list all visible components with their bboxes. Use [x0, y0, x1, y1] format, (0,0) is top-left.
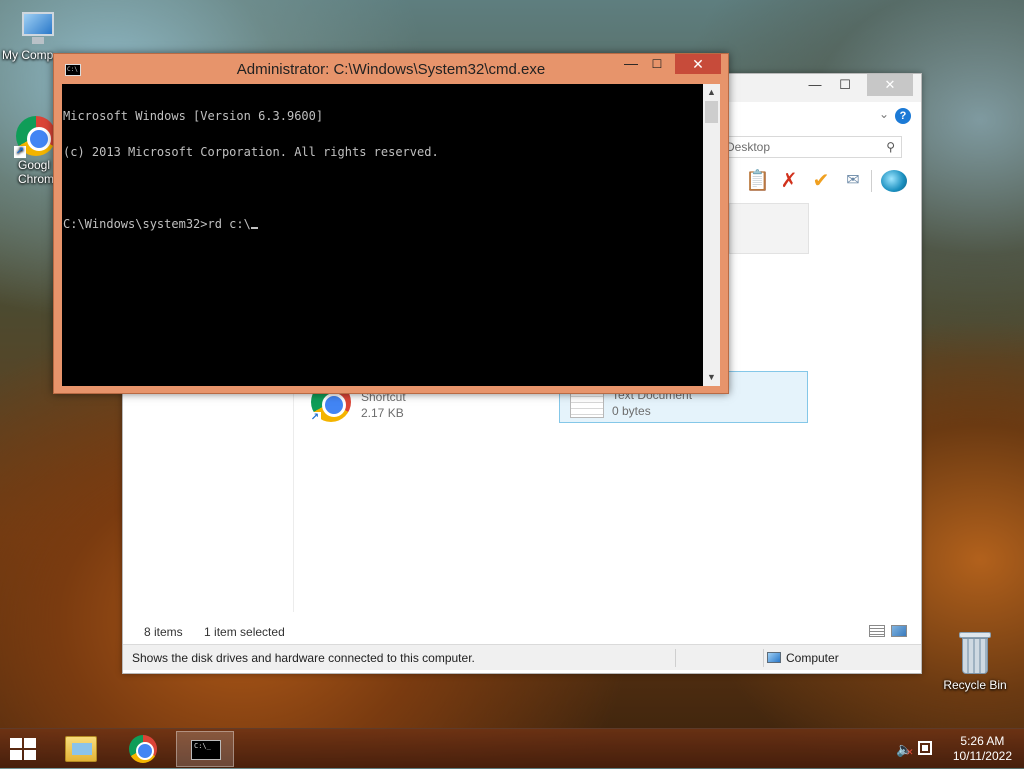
clock[interactable]: 5:26 AM 10/11/2022: [953, 734, 1012, 764]
explorer-close-button[interactable]: ✕: [867, 74, 913, 96]
clock-date: 10/11/2022: [952, 749, 1012, 763]
console-line: Microsoft Windows [Version 6.3.9600]: [63, 109, 324, 123]
system-tray: 🔈 ✕ 5:26 AM 10/11/2022: [884, 729, 1024, 769]
selection-count: 1 item selected: [204, 625, 285, 639]
shortcut-arrow-icon: ↗: [309, 412, 321, 424]
cmd-minimize-button[interactable]: —: [618, 54, 644, 74]
location-label: Computer: [786, 651, 839, 665]
console-line: C:\Windows\system32>rd c:\: [63, 217, 251, 231]
large-icons-view-icon[interactable]: [891, 625, 907, 637]
item-count: 8 items: [144, 625, 183, 639]
shortcut-arrow-icon: ↗: [14, 146, 26, 158]
explorer-toolbar: 📋 ✗ ✔ ✉: [713, 168, 919, 196]
divider: [763, 649, 764, 667]
shell-icon[interactable]: [881, 170, 907, 192]
item-description: Shows the disk drives and hardware conne…: [132, 651, 475, 665]
muted-icon: ✕: [906, 747, 914, 757]
check-icon[interactable]: ✔: [809, 168, 833, 194]
start-button[interactable]: [10, 738, 38, 760]
desktop-icon-recycle-bin[interactable]: Recycle Bin: [937, 632, 1013, 692]
chrome-icon: ↗: [14, 116, 56, 158]
console-output[interactable]: Microsoft Windows [Version 6.3.9600] (c)…: [62, 84, 703, 386]
file-size: 0 bytes: [612, 404, 651, 418]
cmd-icon: C:\_: [191, 740, 221, 760]
help-icon[interactable]: ?: [895, 108, 911, 124]
chrome-icon: [129, 735, 157, 763]
scroll-down-icon[interactable]: ▼: [703, 369, 720, 386]
taskbar: C:\_ 🔈 ✕ 5:26 AM 10/11/2022: [0, 728, 1024, 768]
folder-icon: [65, 736, 97, 762]
location-computer: Computer: [767, 651, 839, 665]
taskbar-file-explorer[interactable]: [52, 731, 110, 767]
console-prompt-line: C:\Windows\system32>rd c:\: [63, 218, 702, 230]
computer-icon: [767, 652, 781, 663]
explorer-maximize-button[interactable]: ☐: [831, 74, 859, 96]
scroll-thumb[interactable]: [705, 101, 718, 123]
network-icon[interactable]: [918, 741, 932, 755]
clock-time: 5:26 AM: [960, 734, 1005, 748]
status-bar: 8 items 1 item selected: [144, 625, 303, 639]
taskbar-command-prompt[interactable]: C:\_: [176, 731, 234, 767]
delete-icon[interactable]: ✗: [777, 168, 801, 194]
cmd-close-button[interactable]: ✕: [675, 54, 721, 74]
console-line: (c) 2013 Microsoft Corporation. All righ…: [63, 145, 439, 159]
chevron-down-icon[interactable]: ⌄: [879, 107, 889, 121]
properties-icon[interactable]: ✉: [841, 168, 865, 194]
explorer-minimize-button[interactable]: —: [801, 74, 829, 96]
scroll-up-icon[interactable]: ▲: [703, 84, 720, 101]
computer-icon: [18, 10, 58, 46]
nav-pane-divider: [293, 374, 294, 612]
search-input[interactable]: rch Desktop ⚲: [699, 136, 902, 158]
divider: [675, 649, 676, 667]
details-bar: Shows the disk drives and hardware conne…: [123, 644, 921, 670]
view-switcher: [869, 625, 909, 639]
file-tile[interactable]: [729, 203, 809, 254]
cmd-maximize-button[interactable]: ☐: [644, 54, 670, 74]
recycle-bin-icon: [957, 632, 993, 676]
search-icon[interactable]: ⚲: [886, 140, 895, 154]
details-view-icon[interactable]: [869, 625, 885, 637]
vertical-scrollbar[interactable]: ▲ ▼: [703, 84, 720, 386]
toolbar-divider: [871, 170, 872, 192]
taskbar-chrome[interactable]: [114, 731, 172, 767]
command-prompt-window[interactable]: C:\ Administrator: C:\Windows\System32\c…: [53, 53, 729, 394]
paste-icon[interactable]: 📋: [745, 168, 770, 194]
file-size: 2.17 KB: [361, 406, 404, 420]
desktop-icon-label: Recycle Bin: [943, 678, 1007, 692]
cmd-titlebar[interactable]: C:\ Administrator: C:\Windows\System32\c…: [54, 54, 728, 84]
text-cursor: [250, 227, 258, 229]
